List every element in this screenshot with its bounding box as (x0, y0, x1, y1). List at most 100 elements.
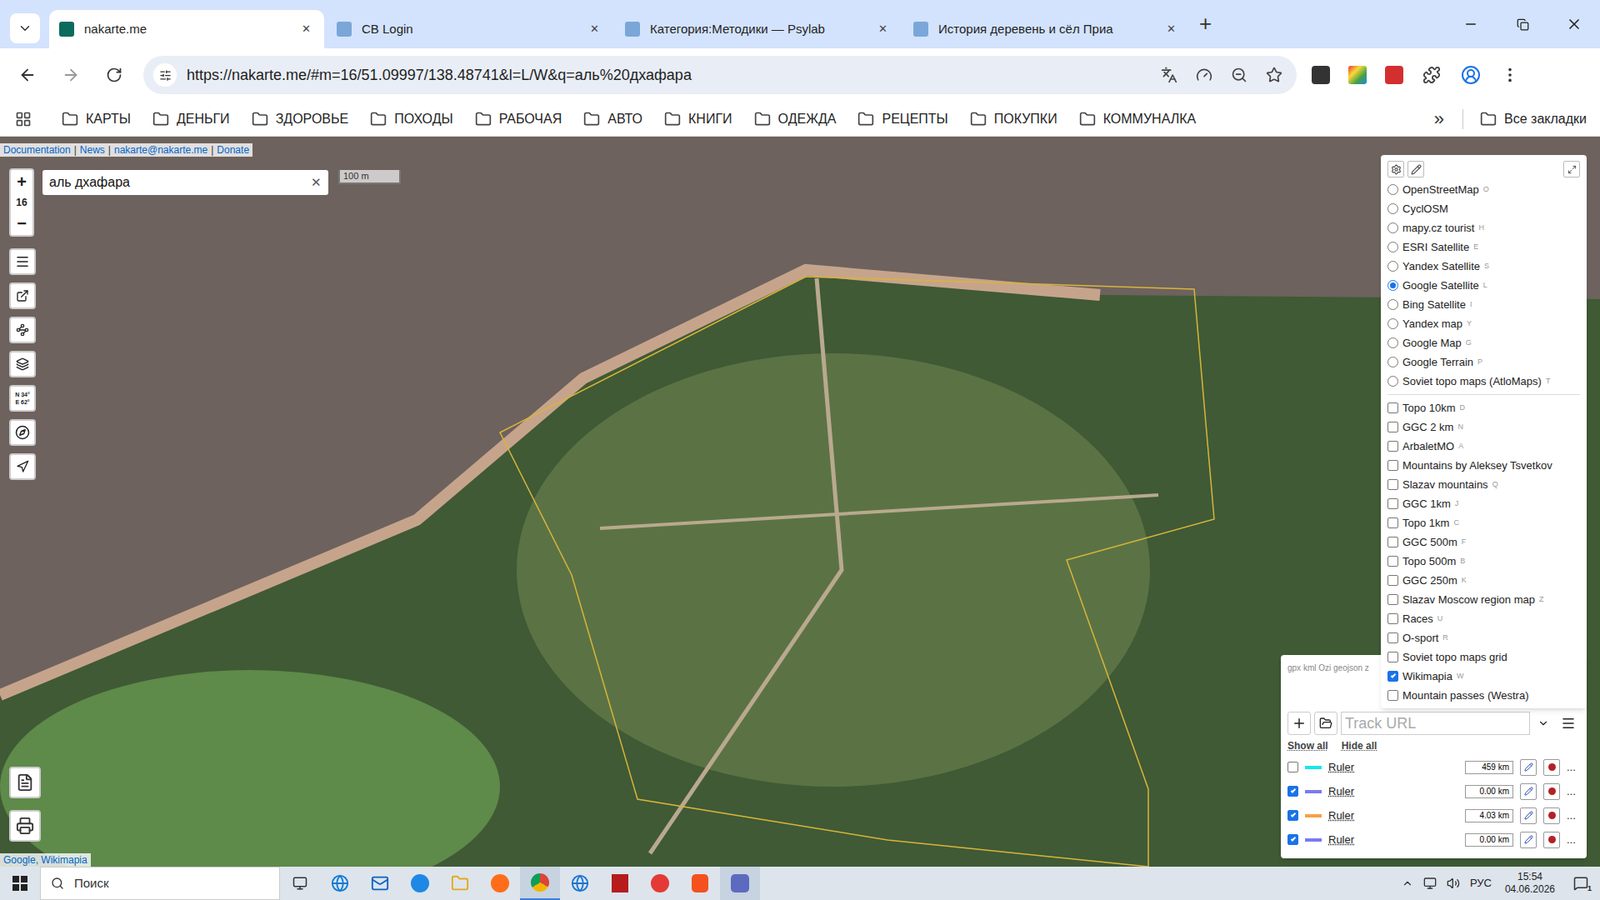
overlay-layer-row[interactable]: O-sportR (1387, 628, 1580, 648)
close-window-icon[interactable] (1548, 0, 1600, 49)
menu-dots-icon[interactable] (1500, 65, 1520, 85)
ruler-button[interactable] (9, 316, 36, 344)
search-clear[interactable]: ✕ (310, 173, 322, 193)
track-more[interactable]: ... (1566, 759, 1580, 776)
task-view-icon[interactable] (280, 866, 320, 900)
extension-icon[interactable] (1348, 65, 1367, 85)
browser-tab[interactable]: Категория:Методики — Psylab✕ (615, 10, 901, 49)
export-button[interactable] (9, 282, 36, 310)
clock[interactable]: 15:5404.06.2026 (1501, 870, 1559, 896)
bookmark-folder[interactable]: ЗДОРОВЬЕ (251, 109, 350, 130)
apps-icon[interactable] (13, 109, 34, 130)
overlay-layer-row[interactable]: GGC 250mK (1387, 570, 1580, 590)
notifications[interactable]: 1 (1568, 870, 1594, 896)
checkbox[interactable] (1387, 690, 1399, 701)
language-indicator[interactable]: РУС (1470, 875, 1492, 892)
overlay-layer-row[interactable]: GGC 2 kmN (1387, 417, 1580, 437)
extension-icon[interactable] (1385, 65, 1404, 85)
layers-button[interactable] (9, 350, 36, 378)
checkbox[interactable] (1387, 460, 1399, 471)
track-more[interactable]: ... (1566, 783, 1580, 800)
minimize-icon[interactable] (1445, 0, 1497, 49)
browser-tab[interactable]: nakarte.me✕ (49, 10, 325, 49)
radio-button[interactable] (1387, 184, 1399, 195)
tray-expand-icon[interactable] (1401, 877, 1414, 890)
bookmark-folder[interactable]: РЕЦЕПТЫ (857, 109, 948, 130)
dropdown-icon[interactable] (1533, 711, 1554, 735)
explorer-icon[interactable] (440, 866, 480, 900)
base-layer-row[interactable]: mapy.cz touristH (1387, 218, 1580, 238)
show-all-link[interactable]: Show all (1287, 738, 1329, 754)
overlay-layer-row[interactable]: Topo 10kmD (1387, 398, 1580, 418)
coordinates-button[interactable]: N 34°E 62° (9, 385, 36, 412)
browser-tab[interactable]: CB Login✕ (326, 10, 613, 49)
track-edit-icon[interactable] (1520, 759, 1537, 776)
taskbar-search[interactable]: Поиск (40, 866, 280, 900)
extensions-icon[interactable] (1421, 65, 1442, 85)
legend-button[interactable] (9, 766, 41, 799)
base-layer-row[interactable]: OpenStreetMapO (1387, 180, 1580, 200)
site-info-icon[interactable] (153, 63, 177, 87)
network-icon[interactable] (1423, 876, 1437, 890)
checkbox[interactable] (1387, 536, 1399, 548)
base-layer-row[interactable]: Google SatelliteL (1387, 275, 1580, 295)
radio-button[interactable] (1387, 337, 1399, 349)
track-more[interactable]: ... (1566, 831, 1580, 849)
overlay-layer-row[interactable]: Topo 1kmC (1387, 513, 1580, 533)
overlay-layer-row[interactable]: ArbaletMOA (1387, 436, 1580, 456)
bookmark-folder[interactable]: ДЕНЬГИ (152, 109, 230, 130)
volume-icon[interactable] (1446, 876, 1460, 890)
back-icon[interactable] (13, 60, 42, 90)
radio-button[interactable] (1387, 299, 1399, 310)
base-layer-row[interactable]: Google TerrainP (1387, 352, 1580, 372)
track-color-icon[interactable] (1543, 807, 1560, 825)
bookmark-folder[interactable]: ПОХОДЫ (370, 109, 453, 130)
collapse-icon[interactable] (1563, 160, 1580, 178)
base-layer-row[interactable]: Google MapG (1387, 333, 1580, 353)
checkbox[interactable] (1387, 479, 1399, 490)
outlook-icon[interactable] (360, 866, 400, 900)
track-more[interactable]: ... (1566, 807, 1580, 825)
bookmark-folder[interactable]: КАРТЫ (61, 109, 131, 130)
add-track-button[interactable] (1287, 711, 1311, 735)
edge-icon[interactable] (320, 866, 360, 900)
track-name[interactable]: Ruler (1328, 831, 1459, 849)
location-button[interactable] (9, 453, 36, 480)
pencil-icon[interactable] (1407, 160, 1425, 178)
bookmark-star-icon[interactable] (1261, 62, 1287, 88)
track-color-icon[interactable] (1543, 759, 1560, 776)
all-bookmarks[interactable]: Все закладки (1462, 109, 1587, 130)
overlay-layer-row[interactable]: Topo 500mB (1387, 551, 1580, 571)
track-edit-icon[interactable] (1520, 831, 1537, 849)
checkbox[interactable] (1387, 594, 1399, 605)
overlay-layer-row[interactable]: Mountains by Aleksey Tsvetkov (1387, 455, 1580, 475)
base-layer-row[interactable]: ESRI SatelliteE (1387, 237, 1580, 257)
open-file-button[interactable] (1314, 711, 1338, 735)
overlay-layer-row[interactable]: Soviet topo maps grid (1387, 647, 1580, 667)
checkbox[interactable] (1387, 632, 1399, 644)
brave-icon[interactable] (680, 866, 720, 900)
checkbox[interactable] (1387, 402, 1399, 414)
overlay-layer-row[interactable]: Mountain passes (Westra) (1387, 685, 1580, 705)
menu-icon[interactable] (1556, 711, 1580, 735)
top-link[interactable]: News (80, 143, 105, 157)
overlay-layer-row[interactable]: Slazav Moscow region mapZ (1387, 590, 1580, 610)
firefox-icon[interactable] (480, 866, 520, 900)
settings-icon[interactable] (1387, 160, 1405, 178)
base-layer-row[interactable]: CyclOSM (1387, 199, 1580, 219)
bookmark-folder[interactable]: ОДЕЖДА (754, 109, 837, 130)
reload-icon[interactable] (100, 60, 129, 90)
base-layer-row[interactable]: Soviet topo maps (AtloMaps)T (1387, 371, 1580, 391)
translate-icon[interactable] (1156, 62, 1182, 88)
track-checkbox[interactable] (1287, 785, 1299, 797)
pdf-icon[interactable] (600, 866, 640, 900)
tab-close[interactable]: ✕ (586, 20, 603, 38)
base-layer-row[interactable]: Yandex mapY (1387, 314, 1580, 334)
start-icon[interactable] (0, 866, 40, 900)
profile-icon[interactable] (1460, 64, 1482, 86)
bookmark-folder[interactable]: КНИГИ (664, 109, 733, 130)
search-box[interactable]: аль дхафара✕ (42, 170, 329, 195)
track-checkbox[interactable] (1287, 810, 1299, 821)
app-icon[interactable] (400, 866, 440, 900)
radio-button[interactable] (1387, 222, 1399, 234)
